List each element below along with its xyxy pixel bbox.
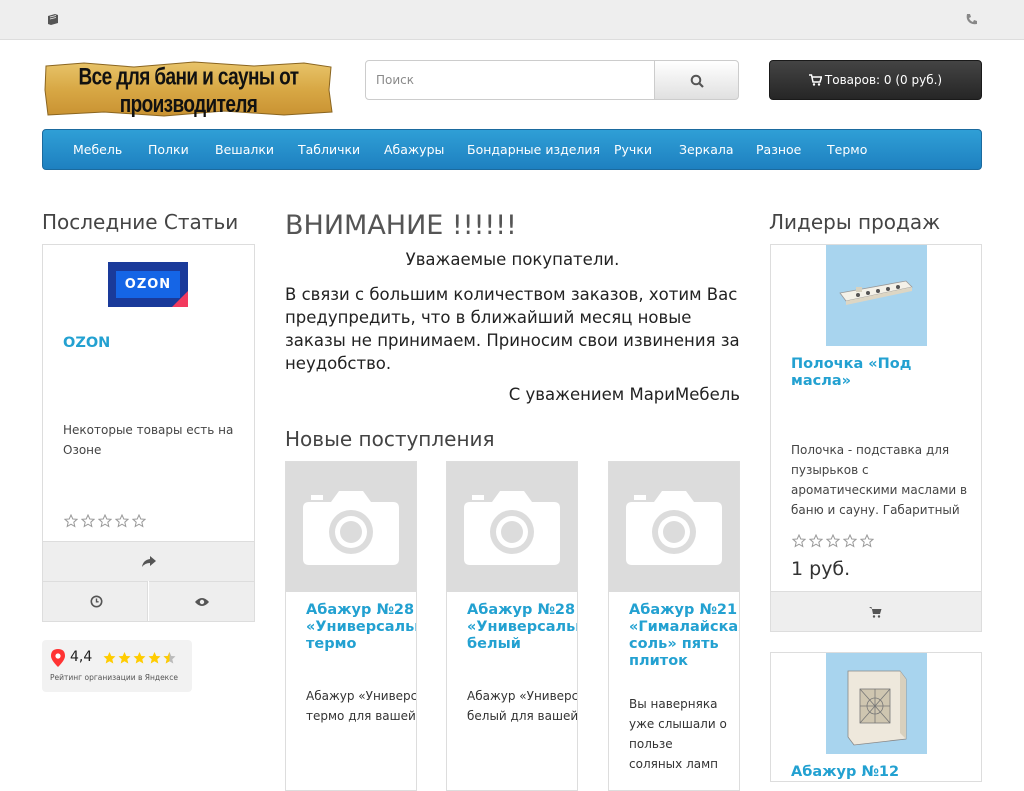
cart-icon	[869, 607, 882, 618]
camera-placeholder-icon	[464, 491, 560, 565]
yandex-score: 4,4	[70, 649, 93, 665]
star-empty-icon	[63, 513, 79, 528]
menu-item-ruchki[interactable]: Ручки	[614, 130, 652, 169]
search-input[interactable]	[365, 60, 655, 100]
clock-icon	[90, 595, 103, 608]
product-title[interactable]: Абажур №28 «Универсальный» белый	[467, 602, 577, 653]
bestseller-price: 1 руб.	[791, 558, 851, 580]
bestseller-card: Абажур №12	[770, 652, 982, 782]
camera-placeholder-icon	[303, 491, 399, 565]
product-description: Абажур «Универсальный» термо для вашей с…	[306, 689, 417, 723]
menu-item-bondarnye[interactable]: Бондарные изделия	[467, 130, 600, 169]
star-empty-icon	[80, 513, 96, 528]
article-rating	[63, 513, 149, 532]
lampshade-product-image	[847, 670, 907, 746]
latest-articles-heading: Последние Статьи	[42, 210, 239, 234]
product-title[interactable]: Абажур №21 «Гималайская соль» пять плито…	[629, 602, 739, 670]
article-date-button[interactable]	[43, 581, 148, 621]
notice-greeting: Уважаемые покупатели.	[405, 250, 620, 269]
product-card: Абажур №21 «Гималайская соль» пять плито…	[608, 461, 740, 791]
new-arrivals-heading: Новые поступления	[285, 427, 495, 451]
star-empty-icon	[791, 533, 807, 548]
camera-placeholder-icon	[626, 491, 722, 565]
search-icon	[690, 74, 704, 88]
menu-item-tablichki[interactable]: Таблички	[298, 130, 360, 169]
menu-item-polki[interactable]: Полки	[148, 130, 189, 169]
article-title[interactable]: OZON	[63, 335, 110, 351]
cart-label: Товаров: 0 (0 руб.)	[824, 73, 943, 87]
eye-icon	[195, 598, 209, 606]
bestseller-title[interactable]: Полочка «Под масла»	[791, 356, 941, 390]
product-image[interactable]	[609, 462, 739, 592]
product-description: Вы наверняка уже слышали о пользе соляны…	[629, 697, 727, 771]
shelf-product-image	[839, 280, 913, 305]
star-empty-icon	[97, 513, 113, 528]
star-empty-icon	[808, 533, 824, 548]
ozon-logo-text: OZON	[116, 271, 180, 298]
article-views-button[interactable]	[149, 581, 254, 621]
search-bar	[365, 60, 739, 100]
main-menu: Мебель Полки Вешалки Таблички Абажуры Бо…	[42, 129, 982, 170]
map-pin-icon	[51, 649, 65, 667]
bestseller-card: Полочка «Под масла» Полочка - подставка …	[770, 244, 982, 632]
add-to-cart-button[interactable]	[771, 591, 981, 631]
menu-item-raznoe[interactable]: Разное	[756, 130, 801, 169]
top-bar	[0, 0, 1024, 40]
product-title[interactable]: Абажур №28 «Универсальный» термо	[306, 602, 416, 653]
notice-heading: ВНИМАНИЕ !!!!!!	[285, 210, 517, 241]
star-empty-icon	[859, 533, 875, 548]
star-half-icon	[163, 652, 176, 664]
yandex-caption: Рейтинг организации в Яндексе	[50, 673, 178, 682]
menu-item-termo[interactable]: Термо	[827, 130, 867, 169]
star-empty-icon	[114, 513, 130, 528]
product-card: Абажур №28 «Универсальный» термо Абажур …	[285, 461, 417, 791]
ozon-logo[interactable]: OZON	[108, 262, 188, 307]
product-image[interactable]	[286, 462, 416, 592]
yandex-stars	[102, 650, 177, 669]
bestsellers-heading: Лидеры продаж	[769, 210, 941, 234]
search-button[interactable]	[654, 60, 739, 100]
product-description: Абажур «Универсальный» белый для вашей с…	[467, 689, 578, 723]
article-share-button[interactable]	[43, 541, 254, 581]
menu-item-mebel[interactable]: Мебель	[73, 130, 122, 169]
site-logo[interactable]: Все для бани и сауны от производителя	[44, 60, 333, 118]
star-filled-icon	[133, 652, 146, 664]
phone-icon[interactable]	[965, 13, 978, 26]
star-filled-icon	[148, 652, 161, 664]
product-card: Абажур №28 «Универсальный» белый Абажур …	[446, 461, 578, 791]
cart-icon	[808, 74, 823, 86]
star-empty-icon	[131, 513, 147, 528]
yandex-rating-widget[interactable]: 4,4 Рейтинг организации в Яндексе	[42, 640, 192, 692]
book-icon[interactable]	[47, 14, 59, 25]
star-filled-icon	[118, 652, 131, 664]
logo-text: Все для бани и сауны от производителя	[78, 64, 299, 119]
product-image[interactable]	[826, 245, 927, 346]
share-icon	[142, 556, 156, 567]
article-description: Некоторые товары есть на Озоне	[63, 423, 234, 457]
star-empty-icon	[825, 533, 841, 548]
cart-button[interactable]: Товаров: 0 (0 руб.)	[769, 60, 982, 100]
product-image[interactable]	[826, 653, 927, 754]
product-image[interactable]	[447, 462, 577, 592]
star-empty-icon	[842, 533, 858, 548]
bestseller-rating	[791, 533, 877, 552]
star-filled-icon	[103, 652, 116, 664]
bestseller-description: Полочка - подставка для пузырьков с аром…	[791, 443, 968, 517]
menu-item-zerkala[interactable]: Зеркала	[679, 130, 734, 169]
bestseller-title[interactable]: Абажур №12	[791, 764, 941, 781]
menu-item-abazhury[interactable]: Абажуры	[384, 130, 444, 169]
notice-signature: С уважением МариМебель	[508, 385, 740, 404]
article-card: OZON OZON Некоторые товары есть на Озоне	[42, 244, 255, 622]
notice-body: В связи с большим количеством заказов, х…	[285, 285, 740, 373]
menu-item-veshalki[interactable]: Вешалки	[215, 130, 274, 169]
